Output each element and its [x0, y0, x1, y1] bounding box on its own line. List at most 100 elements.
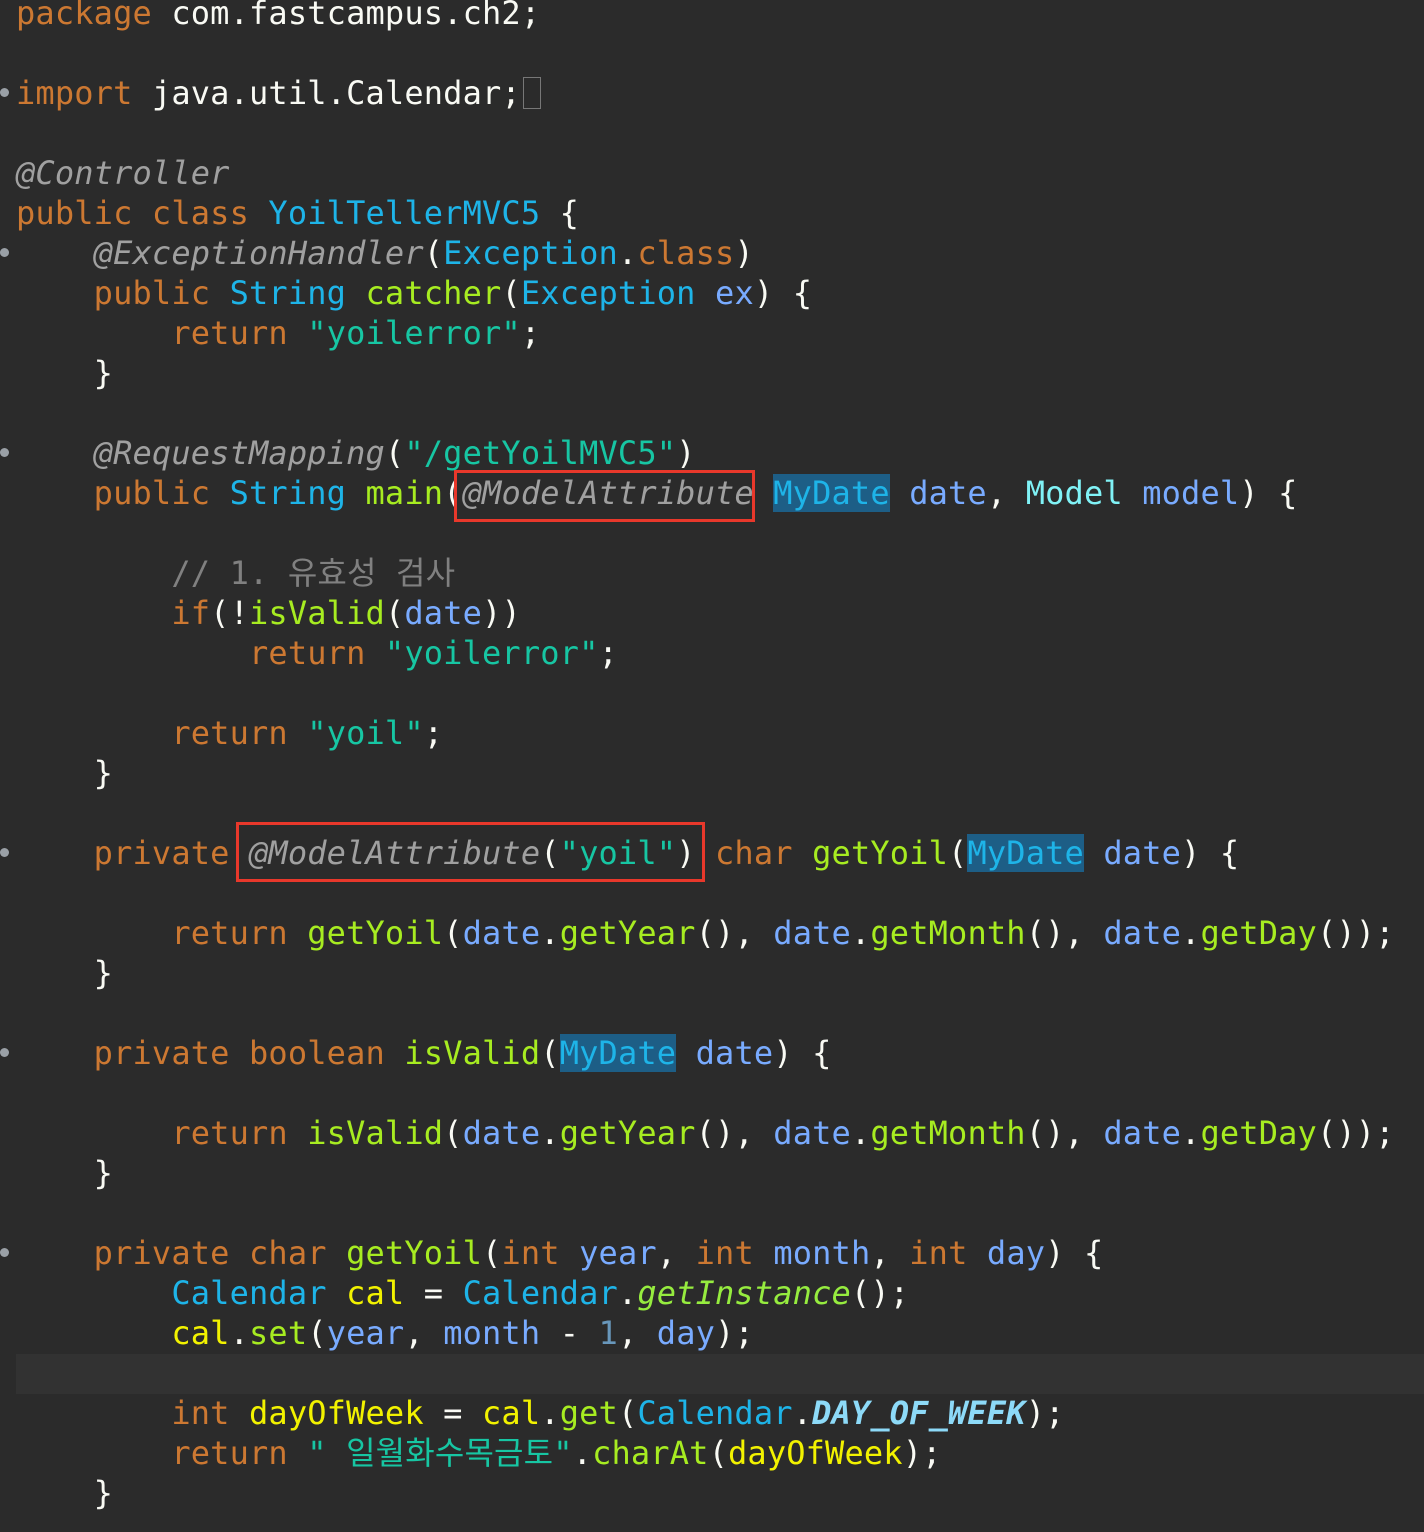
fold-marker-icon[interactable] — [0, 1048, 9, 1057]
parameter: date — [462, 914, 541, 952]
parameter: date — [1103, 1114, 1182, 1152]
highlight-box — [236, 822, 705, 882]
type: Model — [1025, 474, 1123, 512]
parameter: ex — [715, 274, 754, 312]
keyword: boolean — [249, 1034, 385, 1072]
current-line-highlight — [16, 1354, 1424, 1394]
keyword: return — [249, 634, 366, 672]
fold-marker-icon[interactable] — [0, 1248, 9, 1257]
parameter: year — [579, 1234, 657, 1272]
method-call: isValid — [307, 1114, 444, 1152]
local-variable: cal — [171, 1314, 230, 1352]
type-occurrence-highlight: MyDate — [559, 1034, 677, 1072]
code-line: private boolean isValid(MyDate date) { — [93, 1034, 832, 1072]
number-literal: 1 — [598, 1314, 618, 1352]
annotation: @Controller — [16, 154, 230, 192]
code-editor[interactable]: package com.fastcampus.ch2; import java.… — [0, 0, 1424, 1532]
code-line: return "yoil"; — [171, 714, 444, 752]
parameter: date — [1103, 914, 1182, 952]
keyword: private — [93, 1034, 230, 1072]
parameter: date — [773, 1114, 851, 1152]
keyword: char — [249, 1234, 327, 1272]
method-call: getYear — [559, 914, 696, 952]
type: String — [229, 474, 347, 512]
keyword: return — [171, 914, 288, 952]
keyword: char — [715, 834, 793, 872]
parameter: day — [656, 1314, 716, 1352]
highlight-box — [454, 470, 755, 522]
keyword: return — [171, 1114, 288, 1152]
code-line: return getYoil(date.getYear(), date.getM… — [171, 914, 1395, 952]
keyword: return — [171, 714, 288, 752]
class-name: YoilTellerMVC5 — [268, 194, 541, 232]
parameter: year — [326, 1314, 405, 1352]
keyword: private — [93, 834, 230, 872]
method-name: getYoil — [812, 834, 949, 872]
method-call: get — [559, 1394, 618, 1432]
code-line: return "yoilerror"; — [171, 314, 541, 352]
fold-marker-icon[interactable] — [0, 848, 9, 857]
code-line: cal.set(year, month - 1, day); — [171, 1314, 754, 1352]
parameter: date — [695, 1034, 774, 1072]
keyword: import — [16, 74, 133, 112]
string-literal: "yoilerror" — [384, 634, 599, 672]
method-call: getMonth — [870, 914, 1026, 952]
code-line: public class YoilTellerMVC5 { — [16, 193, 579, 233]
code-line: } — [93, 1154, 114, 1192]
parameter: month — [773, 1234, 871, 1272]
string-literal: "yoilerror" — [307, 314, 521, 352]
local-variable: cal — [482, 1394, 541, 1432]
code-line: @Controller — [16, 153, 230, 193]
annotation: @ExceptionHandler — [93, 234, 424, 272]
keyword: int — [501, 1234, 560, 1272]
keyword: private — [93, 1234, 230, 1272]
code-line: } — [93, 754, 114, 792]
fold-marker-icon[interactable] — [0, 448, 9, 457]
code-line: @ExceptionHandler(Exception.class) — [93, 234, 754, 272]
keyword: if — [171, 594, 211, 632]
fold-marker-icon[interactable] — [0, 88, 9, 97]
method-name: main — [365, 474, 444, 512]
code-line: @RequestMapping("/getYoilMVC5") — [93, 434, 696, 472]
type: Exception — [443, 234, 618, 272]
import-name: java.util.Calendar; — [132, 74, 521, 112]
code-line: private char getYoil(int year, int month… — [93, 1234, 1104, 1272]
type-occurrence-highlight: MyDate — [967, 834, 1084, 872]
method-call: charAt — [592, 1434, 709, 1472]
parameter: model — [1142, 474, 1240, 512]
type: Calendar — [171, 1274, 327, 1312]
method-call: getDay — [1200, 914, 1317, 952]
string-literal: " 일월화수목금토" — [307, 1434, 573, 1472]
brace: { — [559, 194, 580, 232]
folded-imports-icon[interactable] — [522, 77, 541, 109]
type: Exception — [520, 274, 696, 312]
method-call: set — [249, 1314, 308, 1352]
fold-marker-icon[interactable] — [0, 248, 9, 257]
parameter: date — [1103, 834, 1182, 872]
keyword: int — [171, 1394, 230, 1432]
code-line: import java.util.Calendar; — [16, 73, 541, 113]
keyword: package — [16, 0, 152, 32]
type: String — [229, 274, 347, 312]
code-line: } — [93, 1474, 114, 1512]
code-line: } — [93, 954, 114, 992]
parameter: date — [909, 474, 987, 512]
parameter: date — [404, 594, 483, 632]
code-line: int dayOfWeek = cal.get(Calendar.DAY_OF_… — [171, 1394, 1065, 1432]
parameter: date — [773, 914, 851, 952]
keyword: int — [695, 1234, 754, 1272]
code-line: return "yoilerror"; — [249, 634, 618, 672]
code-line: if(!isValid(date)) — [171, 594, 521, 632]
keyword: class — [637, 234, 735, 272]
method-call: getMonth — [870, 1114, 1026, 1152]
parameter: date — [462, 1114, 541, 1152]
string-literal: "yoil" — [307, 714, 424, 752]
static-method-call: getInstance — [637, 1274, 851, 1312]
annotation: @RequestMapping — [93, 434, 385, 472]
keyword: return — [171, 1434, 288, 1472]
keyword: public — [93, 474, 211, 512]
parameter: day — [986, 1234, 1046, 1272]
method-name: isValid — [404, 1034, 541, 1072]
code-line: package com.fastcampus.ch2; — [16, 0, 540, 33]
local-variable: cal — [346, 1274, 405, 1312]
